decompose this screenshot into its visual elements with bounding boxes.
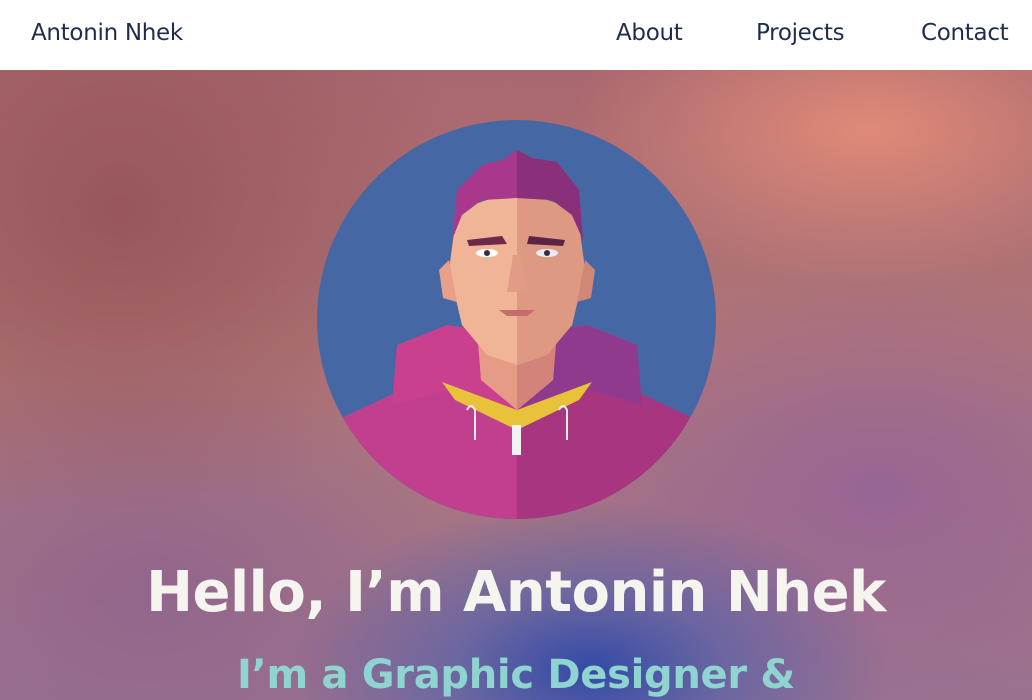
hero-section: Hello, I’m Antonin Nhek I’m a Graphic De… <box>0 70 1032 700</box>
avatar-illustration <box>317 120 716 519</box>
brand-logo-link[interactable]: Antonin Nhek <box>31 20 183 46</box>
hero-subtitle: I’m a Graphic Designer & <box>236 652 796 698</box>
nav-link-about[interactable]: About <box>616 20 683 46</box>
portrait-illustration-icon <box>317 150 716 519</box>
nav-link-projects[interactable]: Projects <box>756 20 845 46</box>
hero-greeting-heading: Hello, I’m Antonin Nhek <box>146 560 886 625</box>
top-navbar: Antonin Nhek About Projects Contact <box>0 0 1032 70</box>
nav-link-contact[interactable]: Contact <box>921 20 1009 46</box>
